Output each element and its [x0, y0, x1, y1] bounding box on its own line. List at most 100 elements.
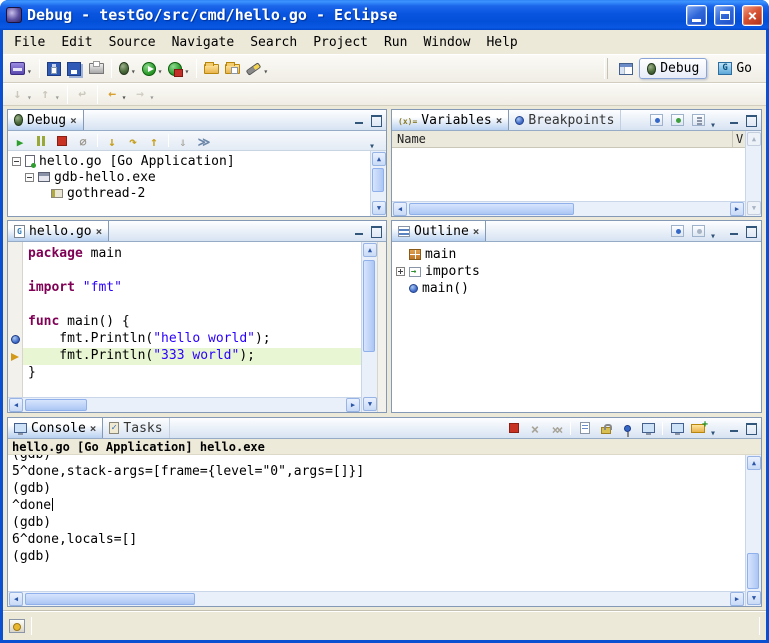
close-tab-icon[interactable] — [496, 113, 503, 128]
maximize-view-icon[interactable] — [744, 421, 758, 435]
tab-breakpoints[interactable]: Breakpoints — [509, 110, 621, 130]
console-line[interactable]: (gdb) — [12, 515, 741, 532]
scroll-track[interactable] — [746, 471, 761, 590]
minimize-view-icon[interactable] — [727, 113, 741, 127]
drop-to-frame-button[interactable] — [174, 132, 192, 149]
code-line[interactable]: package main — [23, 246, 361, 263]
code-line[interactable] — [23, 297, 361, 314]
gutter-row[interactable] — [8, 314, 22, 331]
code-line[interactable]: } — [23, 365, 361, 382]
view-menu-icon[interactable] — [710, 224, 724, 238]
tree-row[interactable]: main — [392, 246, 761, 263]
scroll-thumb[interactable] — [25, 399, 87, 411]
back-button[interactable] — [102, 84, 130, 106]
scroll-left-icon[interactable] — [9, 398, 23, 412]
tree-row[interactable]: main() — [392, 280, 761, 297]
close-button[interactable] — [742, 5, 763, 26]
run-last-button[interactable] — [165, 58, 192, 80]
gutter-row[interactable] — [8, 263, 22, 280]
scroll-track[interactable] — [362, 258, 377, 396]
forward-button[interactable] — [129, 84, 157, 106]
menu-run[interactable]: Run — [376, 33, 415, 52]
tab-editor-hello-go[interactable]: hello.go — [8, 221, 109, 241]
pin-console-button[interactable] — [618, 420, 636, 437]
expander-minus-icon[interactable] — [25, 173, 34, 182]
code-line[interactable]: fmt.Println("hello world"); — [23, 331, 361, 348]
scroll-right-icon[interactable] — [730, 592, 744, 606]
run-button[interactable] — [139, 58, 166, 80]
console-line[interactable]: ^done — [12, 498, 741, 515]
scroll-up-icon[interactable] — [747, 132, 761, 146]
console-line[interactable]: (gdb) — [12, 549, 741, 566]
variables-table[interactable] — [392, 148, 745, 201]
menu-search[interactable]: Search — [242, 33, 305, 52]
scroll-up-icon[interactable] — [363, 243, 377, 257]
minimize-view-icon[interactable] — [352, 224, 366, 238]
scroll-right-icon[interactable] — [346, 398, 360, 412]
gutter-row[interactable] — [8, 246, 22, 263]
expander-plus-icon[interactable] — [396, 267, 405, 276]
console-line[interactable]: 6^done,locals=[] — [12, 532, 741, 549]
scroll-thumb[interactable] — [747, 553, 759, 589]
editor-hscrollbar[interactable] — [8, 397, 361, 412]
menu-project[interactable]: Project — [305, 33, 376, 52]
scroll-down-icon[interactable] — [747, 201, 761, 215]
show-logical-button[interactable] — [668, 112, 686, 129]
view-menu-icon[interactable] — [710, 113, 724, 127]
scroll-track[interactable] — [746, 147, 761, 200]
scroll-left-icon[interactable] — [393, 202, 407, 216]
tab-variables[interactable]: Variables — [392, 110, 509, 130]
scroll-thumb[interactable] — [372, 168, 384, 192]
open-console-button[interactable] — [689, 420, 707, 437]
gutter-row[interactable] — [8, 348, 22, 365]
gutter-row[interactable] — [8, 280, 22, 297]
close-tab-icon[interactable] — [96, 224, 103, 239]
tab-outline[interactable]: Outline — [392, 221, 486, 241]
scroll-right-icon[interactable] — [730, 202, 744, 216]
minimize-view-icon[interactable] — [352, 113, 366, 127]
console-vscrollbar[interactable] — [745, 455, 761, 606]
close-tab-icon[interactable] — [70, 113, 77, 128]
print-button[interactable] — [86, 58, 107, 80]
tree-row[interactable]: hello.go [Go Application] — [8, 153, 370, 169]
show-type-button[interactable] — [647, 112, 665, 129]
code-line[interactable]: func main() { — [23, 314, 361, 331]
remove-launch-button[interactable] — [526, 420, 544, 437]
breakpoint-icon[interactable] — [11, 335, 20, 344]
scroll-down-icon[interactable] — [363, 397, 377, 411]
menu-source[interactable]: Source — [101, 33, 164, 52]
maximize-view-icon[interactable] — [369, 224, 383, 238]
menu-file[interactable]: File — [6, 33, 53, 52]
scroll-left-icon[interactable] — [9, 592, 23, 606]
perspective-go-button[interactable]: Go — [710, 58, 760, 79]
fast-view-icon[interactable] — [9, 619, 25, 633]
next-annotation-button[interactable] — [7, 84, 35, 106]
close-tab-icon[interactable] — [90, 421, 97, 436]
open-console-dropdown-icon[interactable] — [710, 421, 724, 435]
column-value[interactable]: V — [733, 131, 745, 147]
view-menu-icon[interactable] — [369, 134, 383, 148]
search-button[interactable] — [243, 58, 271, 80]
overview-ruler[interactable] — [377, 242, 386, 412]
tab-debug[interactable]: Debug — [8, 110, 84, 130]
editor-code[interactable]: package mainimport "fmt"func main() { fm… — [23, 242, 361, 397]
remove-all-button[interactable] — [547, 420, 565, 437]
maximize-button[interactable] — [714, 5, 735, 26]
new-folder-button[interactable] — [201, 58, 222, 80]
tree-row[interactable]: gothread-2 — [8, 185, 370, 201]
suspend-button[interactable] — [32, 132, 50, 149]
maximize-view-icon[interactable] — [369, 113, 383, 127]
gutter-row[interactable] — [8, 297, 22, 314]
console-hscrollbar[interactable] — [8, 591, 745, 606]
new-wizard-button[interactable] — [7, 58, 35, 80]
gutter-row[interactable] — [8, 331, 22, 348]
debug-vscrollbar[interactable] — [370, 151, 386, 216]
scroll-thumb[interactable] — [409, 203, 574, 215]
terminate-button[interactable] — [505, 420, 523, 437]
tab-tasks[interactable]: Tasks — [103, 418, 169, 438]
scroll-up-icon[interactable] — [747, 456, 761, 470]
console-line[interactable]: (gdb) — [12, 481, 741, 498]
scroll-lock-button[interactable] — [597, 420, 615, 437]
use-step-filters-button[interactable] — [195, 132, 213, 149]
step-return-button[interactable] — [145, 132, 163, 149]
